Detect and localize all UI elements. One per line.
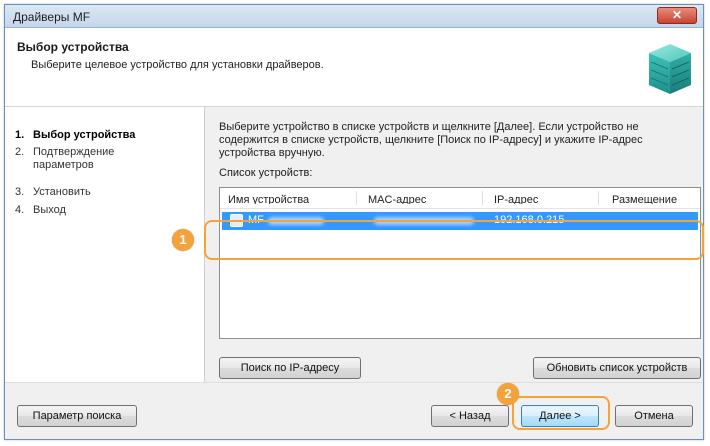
step-number: 2.: [15, 146, 25, 158]
wizard-header: Выбор устройства Выберите целевое устрой…: [5, 28, 703, 107]
instructions-text: Выберите устройство в списке устройств и…: [219, 121, 643, 159]
page-subtitle: Выберите целевое устройство для установк…: [31, 59, 324, 71]
step-label: Установить: [33, 186, 91, 198]
device-list-label: Список устройств:: [219, 167, 313, 179]
callout-highlight-device-row: [204, 220, 704, 260]
step-number: 3.: [15, 186, 25, 198]
column-header-mac[interactable]: MAC-адрес: [368, 192, 478, 204]
column-separator[interactable]: [598, 191, 599, 205]
search-parameters-button[interactable]: Параметр поиска: [17, 405, 137, 427]
cancel-button[interactable]: Отмена: [615, 405, 693, 427]
column-separator[interactable]: [482, 191, 483, 205]
search-by-ip-button[interactable]: Поиск по IP-адресу: [219, 357, 361, 379]
callout-badge-2: 2: [497, 383, 519, 405]
page-title: Выбор устройства: [17, 40, 129, 54]
device-list[interactable]: Имя устройства MAC-адрес IP-адрес Размещ…: [219, 187, 701, 339]
column-separator[interactable]: [356, 191, 357, 205]
step-number: 4.: [15, 204, 25, 216]
refresh-device-list-button[interactable]: Обновить список устройств: [533, 357, 701, 379]
callout-highlight-next-button: [512, 396, 610, 430]
column-header-location[interactable]: Размещение: [612, 192, 698, 204]
step-number: 1.: [15, 129, 25, 141]
close-icon: ✕: [671, 8, 683, 22]
step-label: Выход: [33, 204, 66, 216]
close-button[interactable]: ✕: [657, 7, 697, 24]
title-bar[interactable]: Драйверы MF ✕: [5, 5, 703, 28]
step-label: Выбор устройства: [33, 129, 136, 141]
device-list-header: Имя устройства MAC-адрес IP-адрес Размещ…: [220, 188, 700, 209]
column-header-ip[interactable]: IP-адрес: [494, 192, 594, 204]
printer-device-icon: [649, 44, 691, 94]
callout-badge-1: 1: [172, 229, 194, 251]
window-title: Драйверы MF: [13, 10, 91, 24]
column-header-name[interactable]: Имя устройства: [228, 192, 348, 204]
step-label: Подтверждение параметров: [33, 146, 115, 171]
back-button[interactable]: < Назад: [431, 405, 509, 427]
